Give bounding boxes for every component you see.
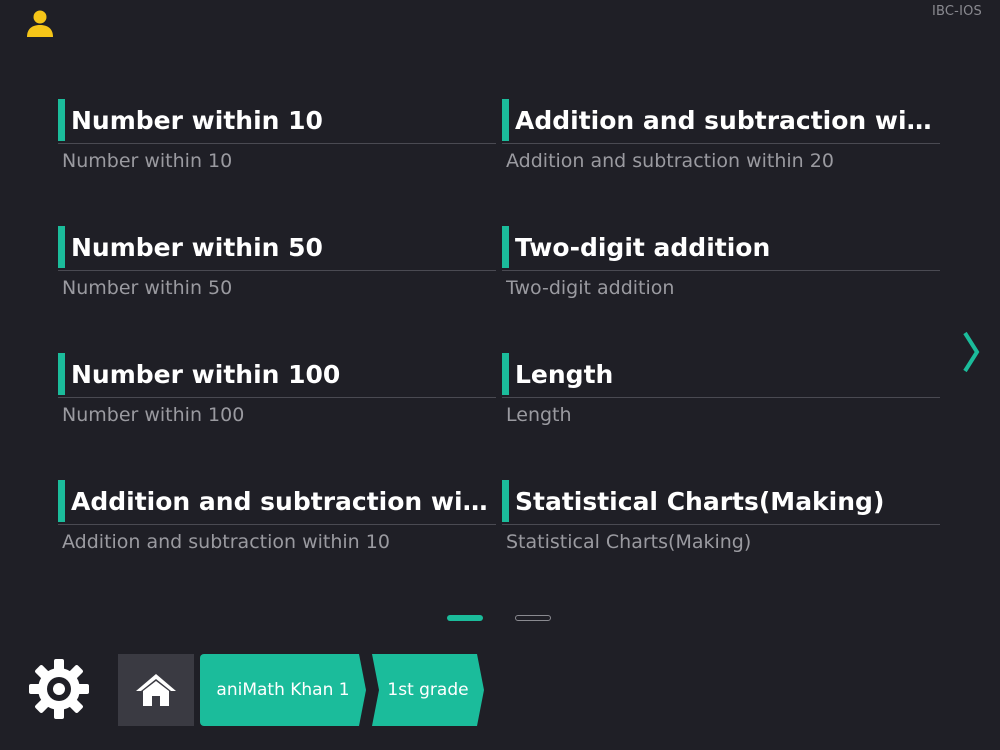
topic-card[interactable]: Statistical Charts(Making) Statistical C…: [502, 478, 940, 605]
topic-title: Statistical Charts(Making): [515, 486, 885, 516]
topic-title-row: Length: [502, 351, 940, 398]
page-indicator: [447, 615, 551, 621]
topic-subtitle: Length: [506, 404, 572, 426]
home-button[interactable]: [118, 654, 194, 726]
topic-title-row: Number within 10: [58, 97, 496, 144]
topic-title-row: Addition and subtraction within 20: [502, 97, 940, 144]
topic-card[interactable]: Number within 100 Number within 100: [58, 351, 496, 478]
topic-title-row: Number within 100: [58, 351, 496, 398]
topic-accent-bar: [502, 353, 509, 395]
version-label: IBC-IOS: [931, 4, 982, 19]
topic-accent-bar: [502, 480, 509, 522]
topic-title: Number within 10: [71, 105, 323, 135]
topic-title-row: Number within 50: [58, 224, 496, 271]
topic-accent-bar: [58, 226, 65, 268]
topic-title-row: Two-digit addition: [502, 224, 940, 271]
topic-subtitle: Number within 100: [62, 404, 245, 426]
app-screen: IBC-IOS Number within 10 Number within 1…: [0, 0, 1000, 750]
topic-subtitle: Number within 10: [62, 150, 233, 172]
topic-accent-bar: [58, 99, 65, 141]
topic-accent-bar: [502, 99, 509, 141]
topic-subtitle: Addition and subtraction within 10: [62, 531, 390, 553]
breadcrumb-label: aniMath Khan 1: [216, 680, 350, 700]
topic-subtitle: Number within 50: [62, 277, 233, 299]
topic-title: Length: [515, 359, 614, 389]
topic-title: Addition and subtraction within 20: [515, 105, 935, 135]
user-icon[interactable]: [25, 8, 55, 38]
breadcrumb: aniMath Khan 1 1st grade: [118, 654, 484, 726]
topic-accent-bar: [58, 353, 65, 395]
breadcrumb-item-course[interactable]: aniMath Khan 1: [200, 654, 366, 726]
topic-title: Two-digit addition: [515, 232, 771, 262]
breadcrumb-item-grade[interactable]: 1st grade: [372, 654, 484, 726]
topic-card[interactable]: Number within 10 Number within 10: [58, 97, 496, 224]
topic-title: Addition and subtraction within 10: [71, 486, 491, 516]
topic-subtitle: Statistical Charts(Making): [506, 531, 752, 553]
topic-card[interactable]: Number within 50 Number within 50: [58, 224, 496, 351]
topic-grid: Number within 10 Number within 10 Additi…: [58, 97, 940, 605]
topic-title: Number within 50: [71, 232, 323, 262]
topic-subtitle: Addition and subtraction within 20: [506, 150, 834, 172]
topic-card[interactable]: Addition and subtraction within 20 Addit…: [502, 97, 940, 224]
gear-icon[interactable]: [27, 657, 91, 721]
topic-card[interactable]: Length Length: [502, 351, 940, 478]
topic-card[interactable]: Two-digit addition Two-digit addition: [502, 224, 940, 351]
chevron-right-icon[interactable]: [960, 330, 982, 374]
page-dot-inactive[interactable]: [515, 615, 551, 621]
breadcrumb-label: 1st grade: [387, 680, 469, 700]
home-icon: [136, 674, 176, 706]
topic-title: Number within 100: [71, 359, 341, 389]
topic-title-row: Addition and subtraction within 10: [58, 478, 496, 525]
topic-accent-bar: [58, 480, 65, 522]
topic-card[interactable]: Addition and subtraction within 10 Addit…: [58, 478, 496, 605]
page-dot-active[interactable]: [447, 615, 483, 621]
topic-accent-bar: [502, 226, 509, 268]
topic-subtitle: Two-digit addition: [506, 277, 675, 299]
topic-title-row: Statistical Charts(Making): [502, 478, 940, 525]
